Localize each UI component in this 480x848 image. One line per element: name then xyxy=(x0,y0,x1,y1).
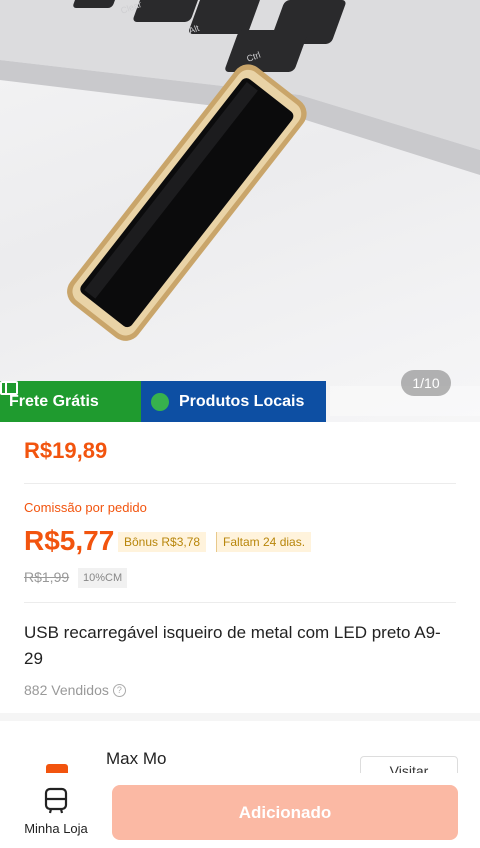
store-icon xyxy=(44,787,68,814)
local-products-label: Produtos Locais xyxy=(179,392,305,410)
divider xyxy=(24,483,456,484)
days-left-tag: Faltam 24 dias. xyxy=(216,532,312,552)
my-store-nav[interactable]: Minha Loja xyxy=(16,787,96,843)
old-price: R$1,99 xyxy=(24,569,70,585)
product-photo: Clear Alt Ctrl xyxy=(0,0,480,416)
truck-icon xyxy=(0,381,18,395)
bottom-action-bar: Minha Loja Adicionado xyxy=(0,773,480,848)
product-image-gallery[interactable]: Clear Alt Ctrl 1/10 Frete Grátis Produto… xyxy=(0,0,480,422)
image-page-indicator: 1/10 xyxy=(401,370,451,396)
add-button[interactable]: Adicionado xyxy=(112,785,458,840)
local-check-icon xyxy=(151,392,169,411)
sold-count: 882 Vendidos ? xyxy=(24,682,126,698)
commission-label: Comissão por pedido xyxy=(24,500,147,515)
free-shipping-badge: Frete Grátis xyxy=(0,381,141,422)
product-price: R$19,89 xyxy=(24,438,108,463)
local-products-badge: Produtos Locais xyxy=(141,381,326,422)
my-store-label: Minha Loja xyxy=(24,821,88,836)
bonus-tag: Bônus R$3,78 xyxy=(118,532,207,552)
section-separator xyxy=(0,713,480,721)
divider xyxy=(24,602,456,603)
product-title: USB recarregável isqueiro de metal com L… xyxy=(24,623,441,668)
shop-name[interactable]: Max Mo xyxy=(106,749,166,769)
commission-value: R$5,77 xyxy=(24,525,115,556)
help-icon[interactable]: ? xyxy=(112,683,126,697)
free-shipping-label: Frete Grátis xyxy=(9,392,99,410)
commission-rate-tag: 10%CM xyxy=(78,568,128,588)
sold-count-label: 882 Vendidos xyxy=(24,682,109,698)
